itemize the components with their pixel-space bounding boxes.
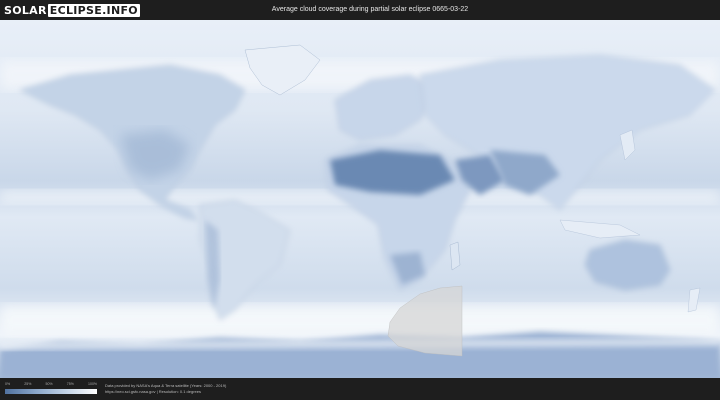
legend-tick-25: 25% — [24, 382, 32, 386]
coverage-legend: 0% 25% 50% 75% 100% — [5, 382, 97, 396]
cloud-belt-south — [0, 305, 720, 335]
header-bar: SOLAR ECLIPSE.INFO Average cloud coverag… — [0, 0, 720, 20]
logo-eclipse-text: ECLIPSE.INFO — [47, 3, 140, 17]
legend-gradient-bar — [5, 389, 97, 394]
logo-solar-text: SOLAR — [4, 3, 47, 17]
legend-tick-50: 50% — [45, 382, 53, 386]
legend-tick-labels: 0% 25% 50% 75% 100% — [5, 382, 97, 387]
credits-link[interactable]: https://neo.sci.gsfc.nasa.gov | Resoluti… — [105, 389, 226, 395]
data-credits: Data provided by NASA's Aqua & Terra sat… — [105, 383, 226, 395]
legend-tick-0: 0% — [5, 382, 11, 386]
page-title: Average cloud coverage during partial so… — [271, 6, 469, 13]
cloud-coverage-map — [0, 20, 720, 378]
legend-tick-100: 100% — [88, 382, 97, 386]
legend-tick-75: 75% — [66, 382, 74, 386]
site-logo[interactable]: SOLAR ECLIPSE.INFO — [4, 3, 140, 17]
